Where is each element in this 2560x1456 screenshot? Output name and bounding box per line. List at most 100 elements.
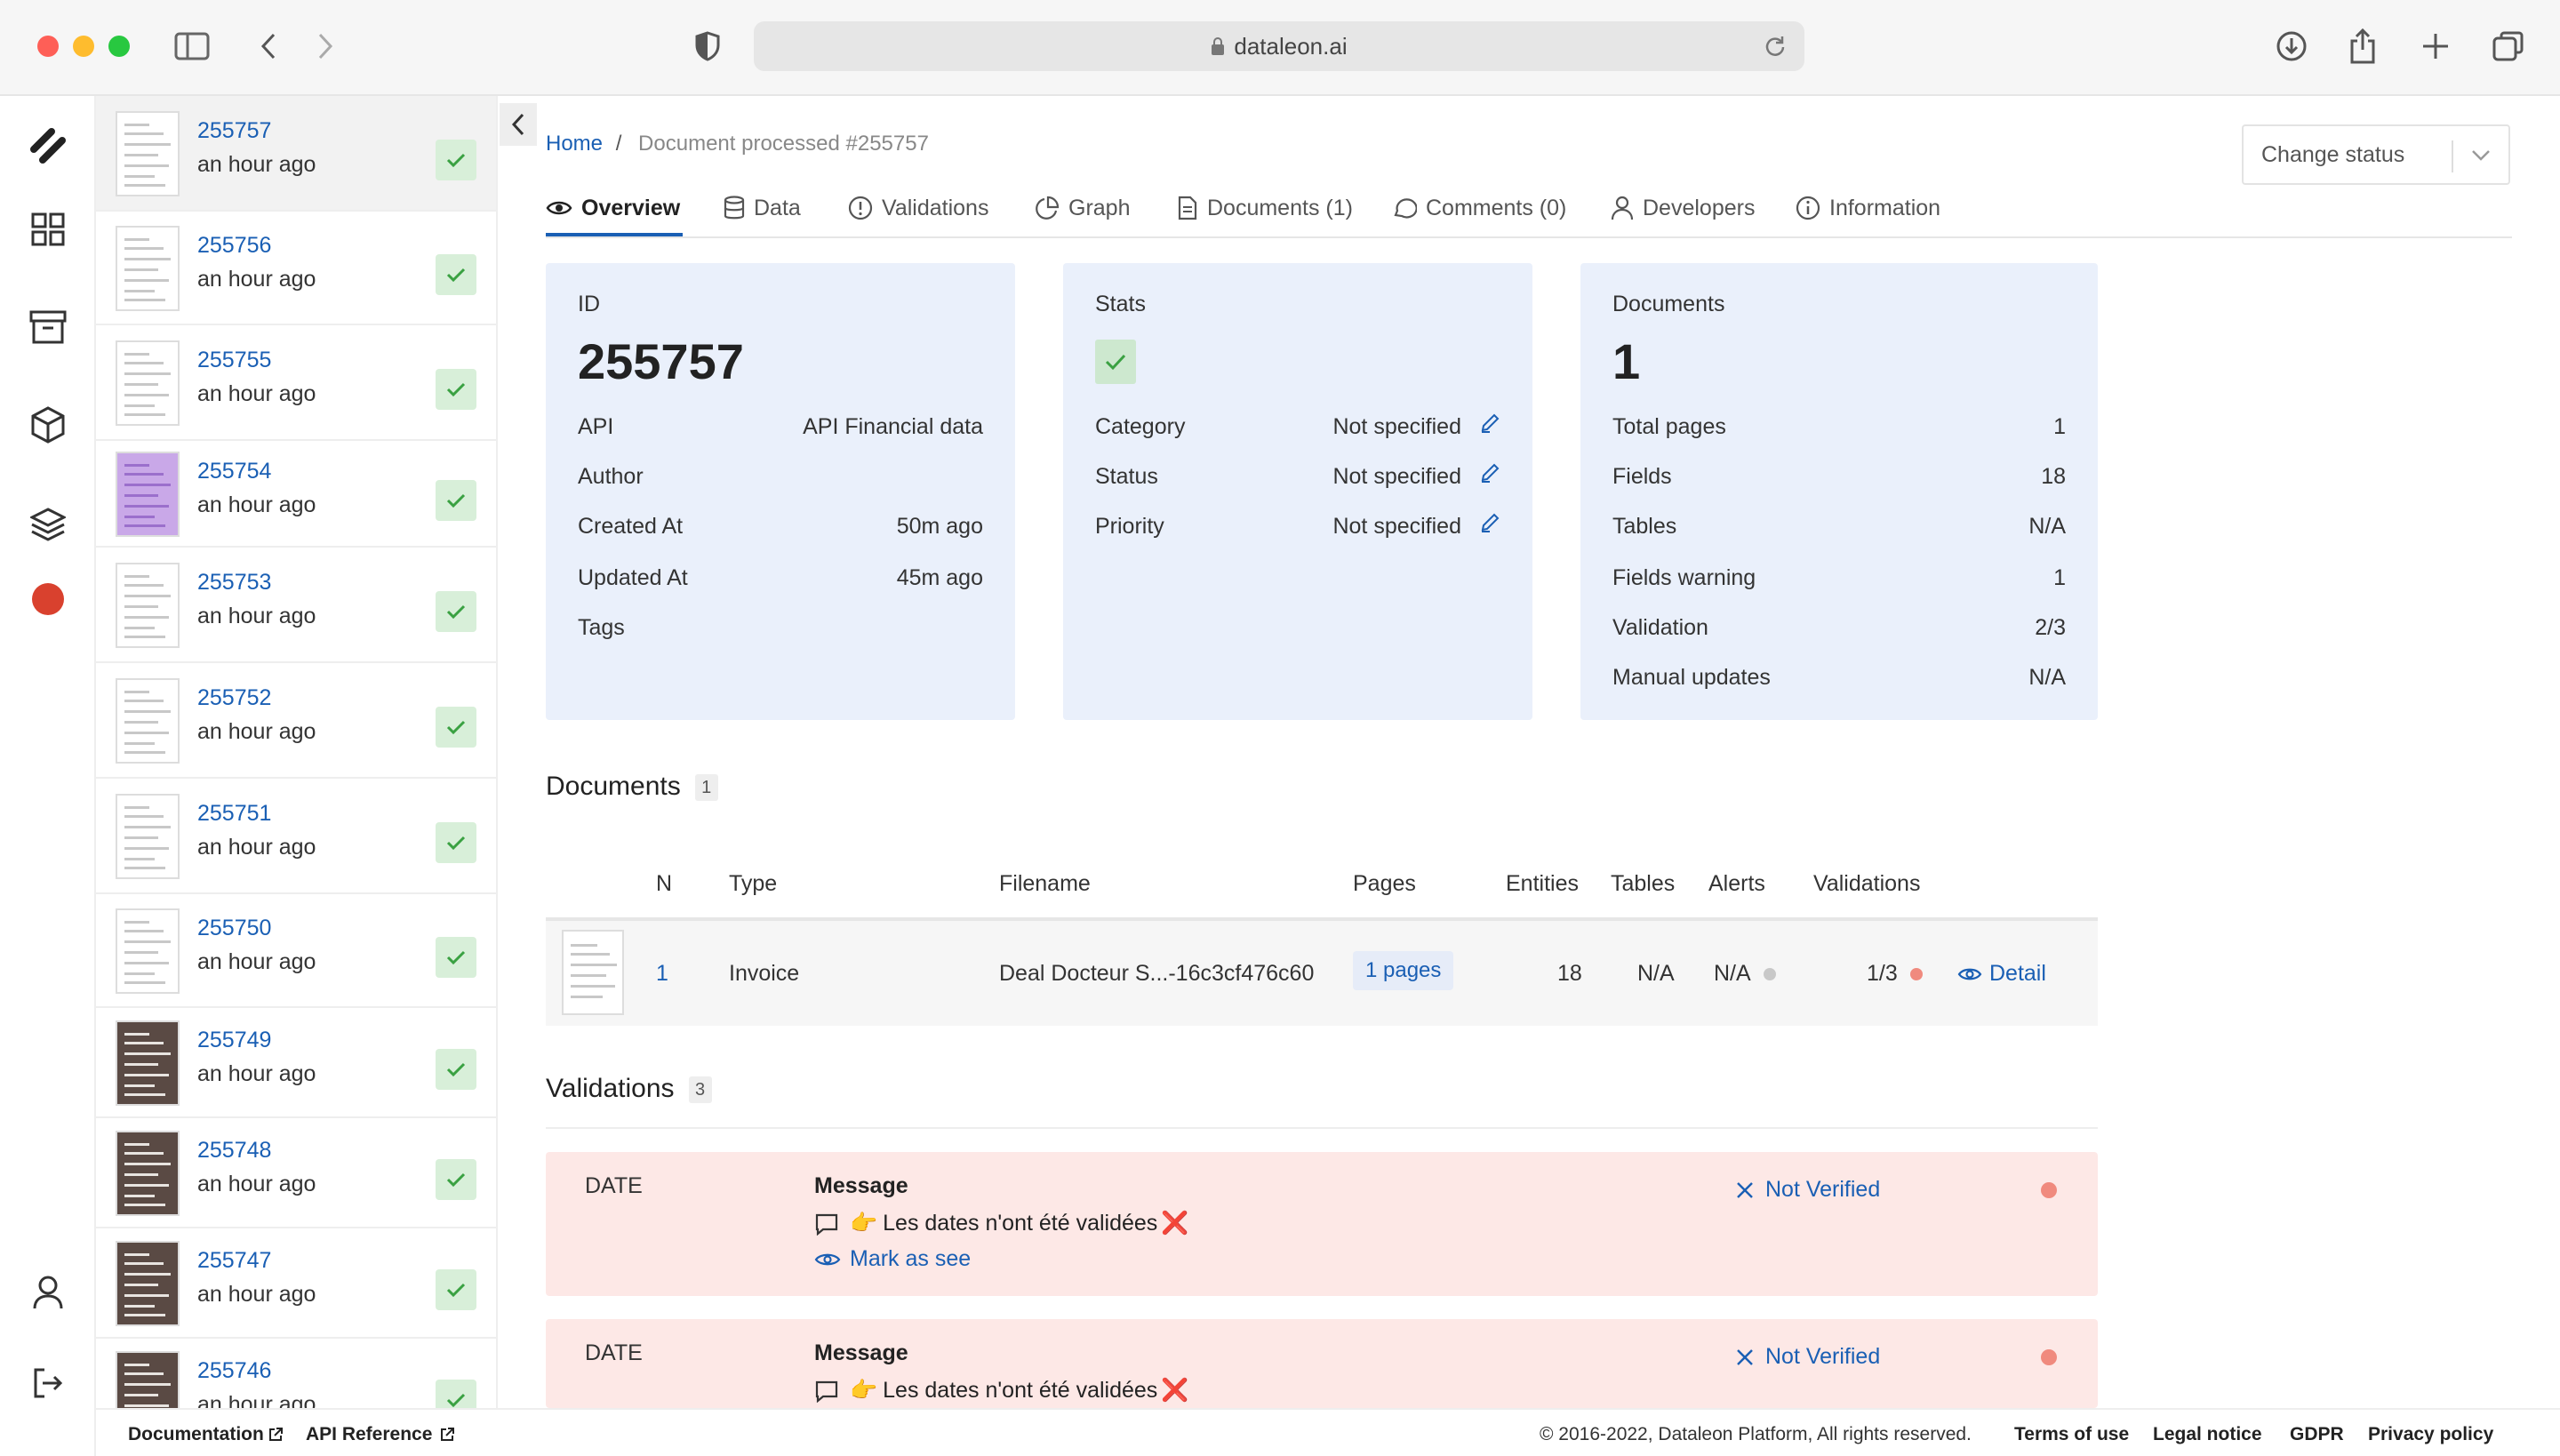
document-id-link[interactable]: 255757 — [197, 118, 271, 144]
document-id-link[interactable]: 255756 — [197, 233, 271, 259]
document-thumbnail[interactable] — [116, 1020, 180, 1106]
col-header-pages[interactable]: Pages — [1353, 871, 1416, 897]
tab-validations[interactable]: Validations — [848, 190, 988, 226]
documents-count-badge: 1 — [694, 774, 718, 802]
document-thumbnail[interactable] — [116, 226, 180, 311]
change-status-select[interactable]: Change status — [2242, 124, 2510, 185]
minimize-window-button[interactable] — [73, 36, 94, 57]
documentation-link[interactable]: Documentation — [128, 1424, 284, 1445]
check-icon — [446, 268, 466, 283]
document-list-item[interactable]: 255754 an hour ago — [96, 441, 496, 548]
document-list-item[interactable]: 255757 an hour ago — [96, 96, 496, 212]
tab-developers[interactable]: Developers — [1611, 190, 1755, 226]
document-list-item[interactable]: 255746 an hour ago — [96, 1339, 496, 1408]
validation-status[interactable]: Not Verified — [1735, 1344, 1880, 1370]
document-list-item[interactable]: 255755 an hour ago — [96, 325, 496, 441]
document-thumbnail[interactable] — [116, 1241, 180, 1326]
sidebar-toggle-icon[interactable] — [172, 27, 212, 66]
tab-data[interactable]: Data — [724, 190, 801, 226]
document-id-link[interactable]: 255748 — [197, 1138, 271, 1164]
col-header-validations[interactable]: Validations — [1813, 871, 1920, 897]
col-header-type[interactable]: Type — [729, 871, 777, 897]
gdpr-link[interactable]: GDPR — [2290, 1424, 2344, 1445]
tab-documents[interactable]: Documents (1) — [1177, 190, 1353, 226]
tab-graph[interactable]: Graph — [1035, 190, 1130, 226]
col-header-entities[interactable]: Entities — [1506, 871, 1579, 897]
tabs-overview-icon[interactable] — [2489, 27, 2528, 66]
document-id-link[interactable]: 255746 — [197, 1358, 271, 1384]
col-header-filename[interactable]: Filename — [999, 871, 1091, 897]
card-row-label: Total pages — [1612, 414, 1726, 439]
tab-comments[interactable]: Comments (0) — [1392, 190, 1566, 226]
document-list-item[interactable]: 255749 an hour ago — [96, 1008, 496, 1118]
reload-icon[interactable] — [1764, 35, 1787, 58]
document-list-item[interactable]: 255756 an hour ago — [96, 212, 496, 325]
col-header-tables[interactable]: Tables — [1611, 871, 1675, 897]
document-thumbnail[interactable] — [116, 908, 180, 994]
document-id-link[interactable]: 255755 — [197, 348, 271, 373]
document-id-link[interactable]: 255750 — [197, 916, 271, 941]
validations-count-badge: 3 — [688, 1076, 712, 1104]
document-list-item[interactable]: 255752 an hour ago — [96, 663, 496, 779]
document-thumbnail[interactable] — [116, 678, 180, 764]
download-icon[interactable] — [2272, 27, 2311, 66]
tab-bar: Overview Data Validations Graph Document… — [546, 178, 2512, 238]
close-window-button[interactable] — [37, 36, 59, 57]
collapse-list-button[interactable] — [500, 103, 537, 146]
detail-link[interactable]: Detail — [1957, 961, 2046, 987]
edit-pencil-icon[interactable] — [1479, 462, 1500, 484]
mark-as-seen-link[interactable]: Mark as see — [814, 1246, 971, 1272]
new-tab-icon[interactable] — [2416, 27, 2455, 66]
edit-pencil-icon[interactable] — [1479, 412, 1500, 434]
tab-overview[interactable]: Overview — [546, 190, 680, 226]
logout-icon[interactable] — [27, 1362, 69, 1404]
tab-information[interactable]: Information — [1796, 190, 1940, 226]
shield-icon[interactable] — [688, 27, 727, 66]
legal-notice-link[interactable]: Legal notice — [2153, 1424, 2262, 1445]
document-list-item[interactable]: 255748 an hour ago — [96, 1118, 496, 1228]
col-header-alerts[interactable]: Alerts — [1708, 871, 1765, 897]
document-list-item[interactable]: 255747 an hour ago — [96, 1228, 496, 1339]
package-icon[interactable] — [27, 404, 69, 446]
dataleon-logo-icon[interactable] — [27, 124, 69, 167]
table-row[interactable]: 1 Invoice Deal Docteur S...-16c3cf476c60… — [546, 921, 2098, 1026]
validation-status[interactable]: Not Verified — [1735, 1177, 1880, 1203]
document-id-link[interactable]: 255753 — [197, 570, 271, 596]
document-id-link[interactable]: 255751 — [197, 801, 271, 827]
dashboard-grid-icon[interactable] — [27, 208, 69, 251]
document-list-item[interactable]: 255753 an hour ago — [96, 548, 496, 663]
user-profile-icon[interactable] — [27, 1271, 69, 1314]
validation-status-dot — [2041, 1182, 2057, 1198]
breadcrumb-home-link[interactable]: Home — [546, 132, 603, 156]
document-thumbnail[interactable] — [116, 452, 180, 537]
recording-status-icon[interactable] — [27, 578, 69, 620]
document-thumbnail[interactable] — [116, 794, 180, 879]
edit-pencil-icon[interactable] — [1479, 512, 1500, 533]
api-reference-link[interactable]: API Reference — [306, 1424, 455, 1445]
document-thumbnail[interactable] — [116, 1351, 180, 1408]
document-list-item[interactable]: 255750 an hour ago — [96, 894, 496, 1008]
document-id-link[interactable]: 255754 — [197, 459, 271, 484]
document-id-link[interactable]: 255747 — [197, 1248, 271, 1274]
privacy-policy-link[interactable]: Privacy policy — [2368, 1424, 2493, 1445]
document-thumbnail[interactable] — [116, 563, 180, 648]
col-header-n[interactable]: N — [656, 871, 672, 897]
share-icon[interactable] — [2343, 27, 2382, 66]
document-time: an hour ago — [197, 719, 316, 744]
document-id-link[interactable]: 255752 — [197, 685, 271, 711]
terms-link[interactable]: Terms of use — [2014, 1424, 2129, 1445]
back-icon[interactable] — [249, 27, 288, 66]
document-list-item[interactable]: 255751 an hour ago — [96, 779, 496, 894]
document-id-link[interactable]: 255749 — [197, 1028, 271, 1053]
breadcrumb: Home / Document processed #255757 — [546, 132, 929, 156]
archive-icon[interactable] — [27, 306, 69, 348]
document-thumbnail[interactable] — [116, 340, 180, 426]
layers-icon[interactable] — [27, 503, 69, 546]
document-thumbnail[interactable] — [562, 930, 624, 1015]
url-bar[interactable]: dataleon.ai — [754, 21, 1804, 71]
row-n[interactable]: 1 — [656, 961, 668, 987]
document-thumbnail[interactable] — [116, 1131, 180, 1216]
maximize-window-button[interactable] — [108, 36, 130, 57]
forward-icon[interactable] — [306, 27, 345, 66]
document-thumbnail[interactable] — [116, 111, 180, 196]
